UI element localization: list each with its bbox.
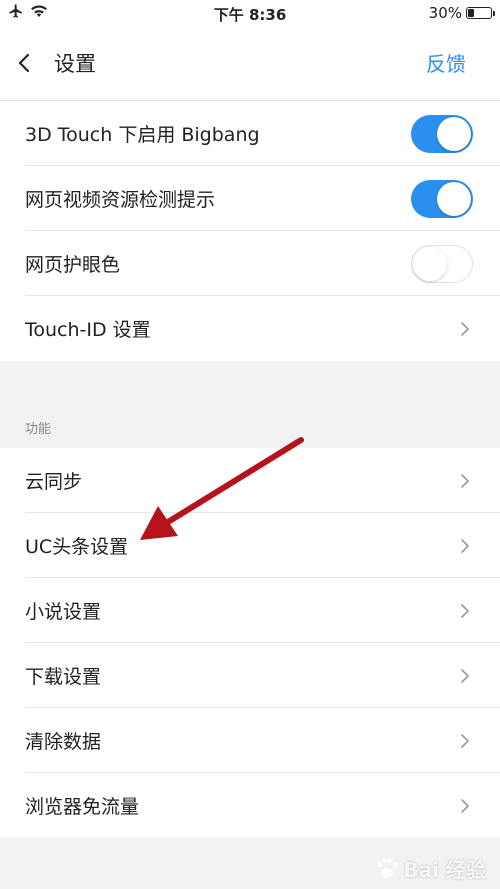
row-cloud-sync[interactable]: 云同步: [0, 448, 500, 513]
chevron-right-icon: [461, 473, 469, 488]
chevron-right-icon: [461, 733, 469, 748]
back-chevron-icon: [18, 53, 30, 73]
chevron-right-icon: [461, 668, 469, 683]
back-button[interactable]: [10, 48, 40, 78]
bigbang-toggle[interactable]: [411, 114, 473, 153]
row-eye-care: 网页护眼色: [0, 231, 500, 296]
toggle-knob: [437, 181, 471, 216]
watermark: Bai 经验: [374, 854, 486, 883]
battery-fill: [468, 9, 474, 17]
chevron-right-icon: [461, 538, 469, 553]
page-title: 设置: [54, 52, 96, 76]
chevron-right-icon: [461, 798, 469, 813]
feedback-button[interactable]: 反馈: [426, 48, 466, 77]
watermark-text: Bai 经验: [403, 858, 486, 882]
status-bar: 下午 8:36 30%: [0, 0, 500, 26]
row-label: 清除数据: [25, 731, 102, 753]
row-label: 小说设置: [25, 601, 102, 623]
battery-icon: [466, 7, 495, 19]
row-label: 云同步: [25, 471, 83, 493]
row-label: Touch-ID 设置: [25, 319, 151, 341]
row-novel[interactable]: 小说设置: [0, 578, 500, 643]
row-label: 3D Touch 下启用 Bigbang: [25, 124, 260, 146]
section-header-features: 功能: [25, 422, 52, 437]
chevron-right-icon: [461, 321, 469, 336]
eye-care-toggle[interactable]: [411, 244, 473, 283]
toggle-knob: [437, 116, 471, 151]
row-label: 网页护眼色: [25, 254, 121, 276]
row-video-detect: 网页视频资源检测提示: [0, 166, 500, 231]
row-clear-data[interactable]: 清除数据: [0, 708, 500, 773]
row-bigbang: 3D Touch 下启用 Bigbang: [0, 101, 500, 166]
row-label: 下载设置: [25, 666, 102, 688]
video-detect-toggle[interactable]: [411, 179, 473, 218]
baidu-paw-icon: [377, 858, 398, 878]
status-time: 下午 8:36: [213, 6, 287, 24]
status-right: 30%: [428, 4, 495, 22]
row-label: 浏览器免流量: [25, 796, 140, 818]
toggle-knob: [413, 246, 447, 281]
row-label: 网页视频资源检测提示: [25, 189, 216, 211]
features-group: 云同步 UC头条设置 小说设置 下载设置 清除数据 浏览器免流量: [0, 448, 500, 838]
row-label: UC头条设置: [25, 536, 129, 558]
chevron-right-icon: [461, 603, 469, 618]
nav-bar: 设置 反馈: [0, 26, 500, 101]
row-uc-headlines[interactable]: UC头条设置: [0, 513, 500, 578]
settings-group: 3D Touch 下启用 Bigbang 网页视频资源检测提示 网页护眼色 To…: [0, 101, 500, 361]
row-download[interactable]: 下载设置: [0, 643, 500, 708]
row-data-free[interactable]: 浏览器免流量: [0, 773, 500, 838]
battery-percent: 30%: [428, 4, 462, 22]
row-touch-id[interactable]: Touch-ID 设置: [0, 296, 500, 361]
